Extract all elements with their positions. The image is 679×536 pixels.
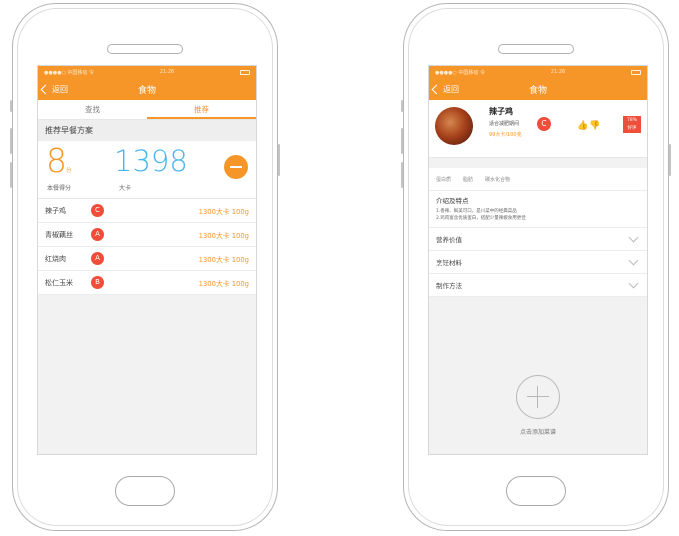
back-button[interactable]: 返回	[40, 78, 68, 100]
kcal-unit: 大卡	[119, 185, 132, 192]
carrier-text: ●●●●○ 中国移动 令	[44, 69, 94, 76]
section-nutrition[interactable]: 营养价值	[429, 228, 647, 251]
back-label: 返回	[443, 84, 459, 94]
score-card: 8 分 本餐得分 1398 大卡	[38, 141, 256, 199]
section-label: 烹饪材料	[436, 259, 462, 267]
home-button[interactable]	[115, 476, 175, 506]
add-recipe-label: 点击添加菜谱	[519, 429, 556, 436]
grade-badge: A	[91, 228, 104, 241]
food-row[interactable]: 青椒藕丝 A 1300大卡 100g	[38, 223, 256, 247]
mute-switch	[10, 100, 12, 112]
food-row[interactable]: 辣子鸡 C 1300大卡 100g	[38, 199, 256, 223]
intro-line: 1.香辣、鲜美可口，是川菜中的经典菜品	[436, 209, 517, 214]
battery-icon	[630, 69, 641, 75]
tab-recommend[interactable]: 推荐	[147, 100, 256, 119]
volume-up-button	[401, 128, 403, 154]
status-bar: ●●●●○ 中国移动 令 21:26	[429, 66, 647, 78]
nutrient-row: 蛋白质 脂肪 碳水化合物	[429, 168, 647, 191]
status-time: 21:26	[550, 69, 566, 75]
rating-label: 好评	[627, 126, 637, 131]
mute-switch	[401, 100, 403, 112]
screen-recommend: ●●●●○ 中国移动 令 21:26 返回 食物 查找 推荐 推荐早餐方案 8 …	[37, 65, 257, 455]
intro-line: 2.鸡肉富含优质蛋白，搭配少量辣椒食用更佳	[436, 216, 526, 221]
grade-badge: A	[91, 252, 104, 265]
dish-description: 适合减肥期间	[489, 121, 520, 127]
battery-icon	[239, 69, 250, 75]
meal-score-label: 本餐得分	[47, 185, 72, 192]
food-row[interactable]: 松仁玉米 B 1300大卡 100g	[38, 271, 256, 295]
section-ingredients[interactable]: 烹饪材料	[429, 251, 647, 274]
chevron-left-icon	[431, 84, 442, 94]
food-calories: 1300大卡 100g	[198, 279, 249, 288]
kcal-value: 1398	[114, 144, 188, 178]
grade-badge: B	[91, 276, 104, 289]
nav-title: 食物	[137, 85, 156, 96]
volume-down-button	[10, 162, 12, 188]
phone-right: ●●●●○ 中国移动 令 21:26 返回 食物 辣子鸡 适合减肥期间 99大卡…	[401, 3, 671, 531]
meal-score: 8	[46, 141, 67, 180]
carrier-text: ●●●●○ 中国移动 令	[435, 69, 485, 76]
screen-dish-detail: ●●●●○ 中国移动 令 21:26 返回 食物 辣子鸡 适合减肥期间 99大卡…	[428, 65, 648, 455]
dish-card: 辣子鸡 适合减肥期间 99大卡/100克 C 👍 👎 78% 好评	[429, 100, 647, 158]
dish-photo	[435, 107, 473, 145]
thumbs-up-icon[interactable]: 👍	[577, 121, 588, 131]
back-label: 返回	[52, 84, 68, 94]
nav-bar: 返回 食物	[38, 78, 256, 100]
food-calories: 1300大卡 100g	[198, 255, 249, 264]
rating-badge: 78% 好评	[623, 116, 641, 133]
power-button	[669, 144, 671, 176]
food-calories: 1300大卡 100g	[198, 231, 249, 240]
status-bar: ●●●●○ 中国移动 令 21:26	[38, 66, 256, 78]
minus-icon	[230, 166, 242, 168]
add-recipe-area: 点击添加菜谱	[429, 331, 647, 454]
tab-search[interactable]: 查找	[38, 100, 147, 119]
food-name: 松仁玉米	[45, 278, 73, 287]
nutrient-label: 碳水化合物	[485, 176, 511, 183]
phone-left: ●●●●○ 中国移动 令 21:26 返回 食物 查找 推荐 推荐早餐方案 8 …	[10, 3, 280, 531]
status-time: 21:26	[159, 69, 175, 75]
dish-name: 辣子鸡	[489, 107, 513, 116]
home-button[interactable]	[506, 476, 566, 506]
food-list: 辣子鸡 C 1300大卡 100g 青椒藕丝 A 1300大卡 100g 红烧肉…	[38, 199, 256, 295]
nutrient-label: 蛋白质	[436, 176, 452, 183]
dish-calories: 99大卡/100克	[489, 132, 522, 138]
grade-badge: C	[537, 117, 551, 131]
back-button[interactable]: 返回	[431, 78, 459, 100]
volume-up-button	[10, 128, 12, 154]
power-button	[278, 144, 280, 176]
intro-title: 介绍及特点	[436, 197, 469, 205]
grade-badge: C	[91, 204, 104, 217]
chevron-left-icon	[40, 84, 51, 94]
volume-down-button	[401, 162, 403, 188]
nav-bar: 返回 食物	[429, 78, 647, 100]
chevron-down-icon	[628, 282, 640, 288]
section-label: 营养价值	[436, 236, 462, 244]
food-name: 辣子鸡	[45, 206, 66, 215]
chevron-down-icon	[628, 236, 640, 242]
section-gap	[429, 158, 647, 168]
refresh-button[interactable]	[224, 155, 248, 179]
section-method[interactable]: 制作方法	[429, 274, 647, 297]
section-label: 制作方法	[436, 282, 462, 290]
meal-score-unit: 分	[66, 168, 72, 174]
section-title: 推荐早餐方案	[38, 120, 256, 141]
earpiece	[498, 44, 574, 54]
tab-bar: 查找 推荐	[38, 100, 256, 120]
food-name: 青椒藕丝	[45, 230, 73, 239]
plus-icon-stem	[537, 386, 539, 408]
nav-title: 食物	[528, 85, 547, 96]
food-calories: 1300大卡 100g	[198, 207, 249, 216]
nutrient-label: 脂肪	[463, 176, 474, 183]
food-name: 红烧肉	[45, 254, 66, 263]
thumbs-down-icon[interactable]: 👎	[589, 121, 600, 131]
earpiece	[107, 44, 183, 54]
intro-section: 介绍及特点 1.香辣、鲜美可口，是川菜中的经典菜品 2.鸡肉富含优质蛋白，搭配少…	[429, 191, 647, 228]
rating-percent: 78%	[626, 118, 637, 123]
add-recipe-button[interactable]	[516, 375, 560, 419]
food-row[interactable]: 红烧肉 A 1300大卡 100g	[38, 247, 256, 271]
chevron-down-icon	[628, 259, 640, 265]
